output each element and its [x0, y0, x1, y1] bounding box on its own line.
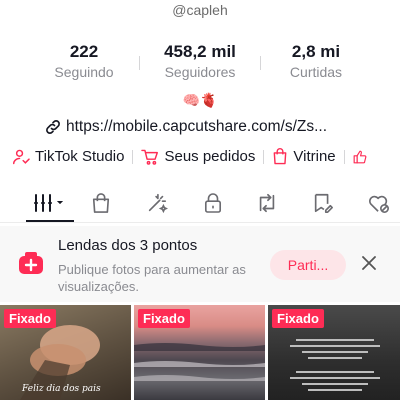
stat-followers[interactable]: 458,2 mil Seguidores — [140, 42, 260, 80]
shortcut-label: Vitrine — [293, 148, 336, 165]
video-thumbnail[interactable]: Fixado — [268, 305, 400, 400]
cart-icon — [141, 149, 159, 165]
shortcut-showcase[interactable]: Vitrine — [272, 148, 343, 165]
tab-favorites[interactable] — [308, 190, 338, 216]
profile-handle: @capleh — [172, 2, 228, 18]
video-thumbnail[interactable]: Fixado Feliz dia dos pais — [0, 305, 131, 400]
banner-close-button[interactable] — [362, 256, 376, 275]
creator-icon — [13, 149, 30, 164]
stat-likes[interactable]: 2,8 mi Curtidas — [261, 42, 371, 80]
shortcut-orders[interactable]: Seus pedidos — [141, 148, 263, 165]
videos-grid-icon — [34, 194, 63, 212]
profile-shortcuts: TikTok Studio Seus pedidos Vitrine — [12, 148, 380, 165]
banner-action-button[interactable]: Parti... — [270, 250, 346, 280]
profile-tabs — [0, 186, 400, 222]
shopping-bag-icon — [92, 193, 110, 213]
repost-icon — [259, 193, 275, 213]
stat-likes-label: Curtidas — [289, 64, 343, 80]
banner-description: Publique fotos para aumentar as visualiz… — [58, 262, 246, 294]
video-thumbnail[interactable]: Fixado — [134, 305, 265, 400]
thumbs-up-icon — [353, 150, 367, 163]
tab-shop[interactable] — [86, 190, 116, 216]
liked-icon — [369, 195, 389, 213]
shortcut-divider — [263, 149, 265, 164]
stat-likes-value: 2,8 mi — [291, 42, 341, 61]
pinned-badge: Fixado — [4, 309, 56, 328]
link-icon — [46, 120, 60, 134]
close-icon — [362, 256, 376, 270]
tab-effects[interactable] — [142, 190, 172, 216]
tabs-divider — [0, 222, 400, 223]
shortcut-label: Seus pedidos — [164, 148, 256, 165]
shortcut-divider — [132, 149, 134, 164]
shortcut-more[interactable] — [353, 149, 380, 165]
pinned-badge: Fixado — [138, 309, 190, 328]
shortcut-tiktok-studio[interactable]: TikTok Studio — [12, 148, 132, 165]
profile-stats: 222 Seguindo 458,2 mil Seguidores 2,8 mi… — [0, 42, 400, 80]
shopping-bag-icon — [274, 148, 287, 165]
stat-following-value: 222 — [69, 42, 99, 61]
banner-title: Lendas dos 3 pontos — [58, 237, 198, 254]
shortcut-label: TikTok Studio — [35, 148, 125, 165]
tab-private[interactable] — [198, 190, 228, 216]
profile-link-text: https://mobile.capcutshare.com/s/Zs... — [66, 118, 328, 135]
profile-bio: 🧠🫀 — [182, 92, 218, 108]
stat-following[interactable]: 222 Seguindo — [29, 42, 139, 80]
video-caption: Feliz dia dos pais — [22, 384, 101, 394]
shortcut-divider — [343, 149, 345, 164]
favorites-icon — [314, 193, 333, 213]
banner-icon — [18, 250, 44, 281]
photo-add-icon — [19, 252, 43, 274]
stat-followers-value: 458,2 mil — [164, 42, 236, 61]
tab-liked[interactable] — [364, 190, 394, 216]
text-lines-illustration — [290, 339, 380, 391]
tab-videos[interactable] — [30, 190, 68, 216]
magic-wand-icon — [148, 193, 168, 214]
profile-link[interactable]: https://mobile.capcutshare.com/s/Zs... — [44, 118, 327, 136]
lock-icon — [204, 193, 222, 213]
stat-followers-label: Seguidores — [164, 64, 236, 80]
photo-promo-banner: Lendas dos 3 pontos Publique fotos para … — [0, 226, 400, 302]
stat-following-label: Seguindo — [54, 64, 114, 80]
video-grid: Fixado Feliz dia dos pais Fixado Fixado — [0, 305, 400, 400]
tab-reposts[interactable] — [252, 190, 282, 216]
